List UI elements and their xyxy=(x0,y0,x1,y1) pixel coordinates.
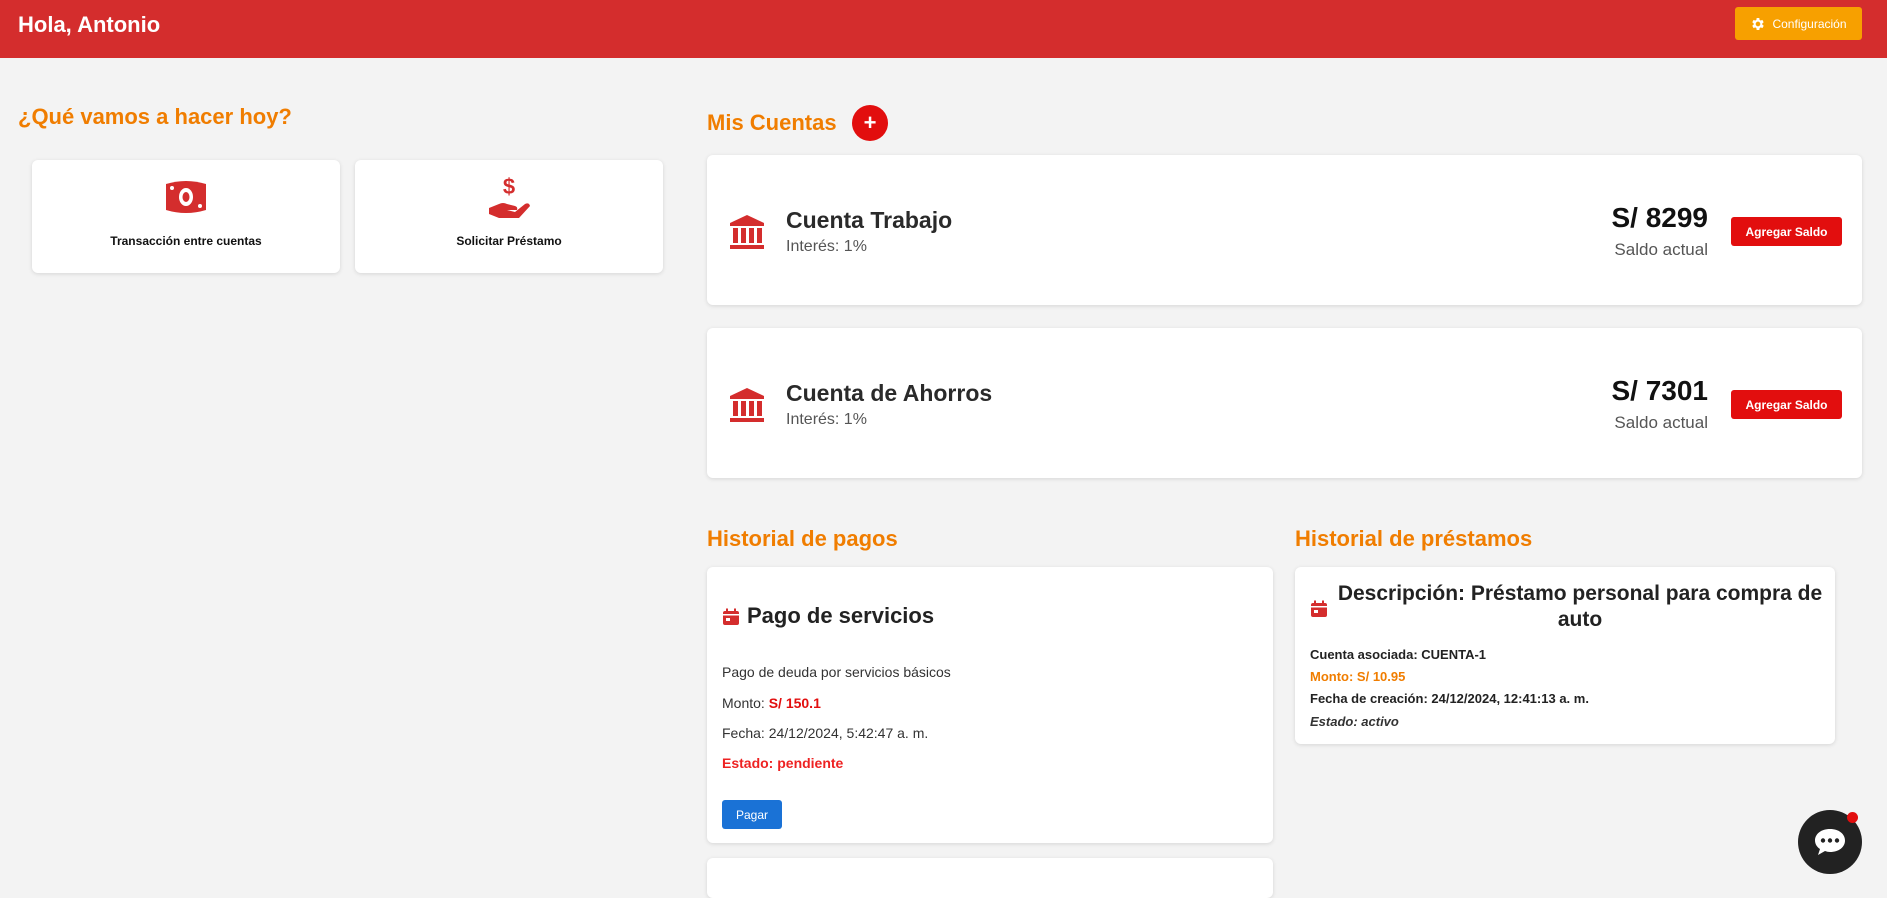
action-transfer-label: Transacción entre cuentas xyxy=(110,234,262,248)
action-transfer[interactable]: Transacción entre cuentas xyxy=(32,160,340,273)
bank-icon xyxy=(730,215,764,249)
money-bill-icon xyxy=(166,181,206,213)
account-interest: Interés: 1% xyxy=(786,238,867,255)
payment-date: Fecha: 24/12/2024, 5:42:47 a. m. xyxy=(722,725,929,741)
payment-card: Pago de servicios Pago de deuda por serv… xyxy=(707,567,1273,843)
loan-account: Cuenta asociada: CUENTA-1 xyxy=(1310,647,1487,662)
top-bar: Hola, Antonio Configuración xyxy=(0,0,1887,58)
chat-icon xyxy=(1815,829,1845,855)
config-button[interactable]: Configuración xyxy=(1735,7,1862,40)
action-loan-label: Solicitar Préstamo xyxy=(456,234,562,248)
gear-icon xyxy=(1752,17,1765,30)
loan-created: Fecha de creación: 24/12/2024, 12:41:13 … xyxy=(1310,691,1589,706)
bank-icon xyxy=(730,388,764,422)
account-balance: S/ 7301 xyxy=(1611,375,1708,406)
loan-card: Descripción: Préstamo personal para comp… xyxy=(1295,567,1835,744)
account-balance-label: Saldo actual xyxy=(1614,240,1708,259)
svg-text:$: $ xyxy=(503,174,515,199)
accounts-title: Mis Cuentas xyxy=(707,110,837,135)
account-name: Cuenta Trabajo xyxy=(786,207,953,233)
account-balance: S/ 8299 xyxy=(1611,202,1708,233)
payment-description: Pago de deuda por servicios básicos xyxy=(722,664,951,680)
payment-amount-row: Monto: S/ 150.1 xyxy=(722,695,821,711)
calendar-icon xyxy=(723,608,739,625)
hand-holding-dollar-icon: $ xyxy=(489,174,530,218)
notification-dot xyxy=(1847,812,1858,823)
action-loan[interactable]: $ Solicitar Préstamo xyxy=(355,160,663,273)
actions-title: ¿Qué vamos a hacer hoy? xyxy=(18,104,292,129)
account-interest: Interés: 1% xyxy=(786,411,867,428)
payment-title: Pago de servicios xyxy=(747,603,935,628)
payment-amount: S/ 150.1 xyxy=(768,695,821,711)
payment-card-partial xyxy=(707,858,1273,898)
loan-state: Estado: activo xyxy=(1310,714,1399,729)
account-card: Cuenta de Ahorros Interés: 1% S/ 7301 Sa… xyxy=(707,328,1862,478)
calendar-icon xyxy=(1311,600,1327,617)
loan-description: Descripción: Préstamo personal para comp… xyxy=(1337,582,1823,631)
payment-state: Estado: pendiente xyxy=(722,755,844,771)
add-balance-button[interactable]: Agregar Saldo xyxy=(1731,217,1842,246)
account-balance-label: Saldo actual xyxy=(1614,413,1708,432)
pay-button[interactable]: Pagar xyxy=(722,800,782,829)
add-balance-button[interactable]: Agregar Saldo xyxy=(1731,390,1842,419)
payments-title: Historial de pagos xyxy=(707,526,898,551)
config-label: Configuración xyxy=(1772,16,1847,31)
payment-amount-label: Monto: xyxy=(722,695,765,711)
add-account-button[interactable]: + xyxy=(852,105,888,141)
account-card: Cuenta Trabajo Interés: 1% S/ 8299 Saldo… xyxy=(707,155,1862,305)
loan-amount: Monto: S/ 10.95 xyxy=(1310,669,1406,684)
loans-title: Historial de préstamos xyxy=(1295,526,1533,551)
greeting: Hola, Antonio xyxy=(18,12,161,37)
account-name: Cuenta de Ahorros xyxy=(786,380,993,406)
